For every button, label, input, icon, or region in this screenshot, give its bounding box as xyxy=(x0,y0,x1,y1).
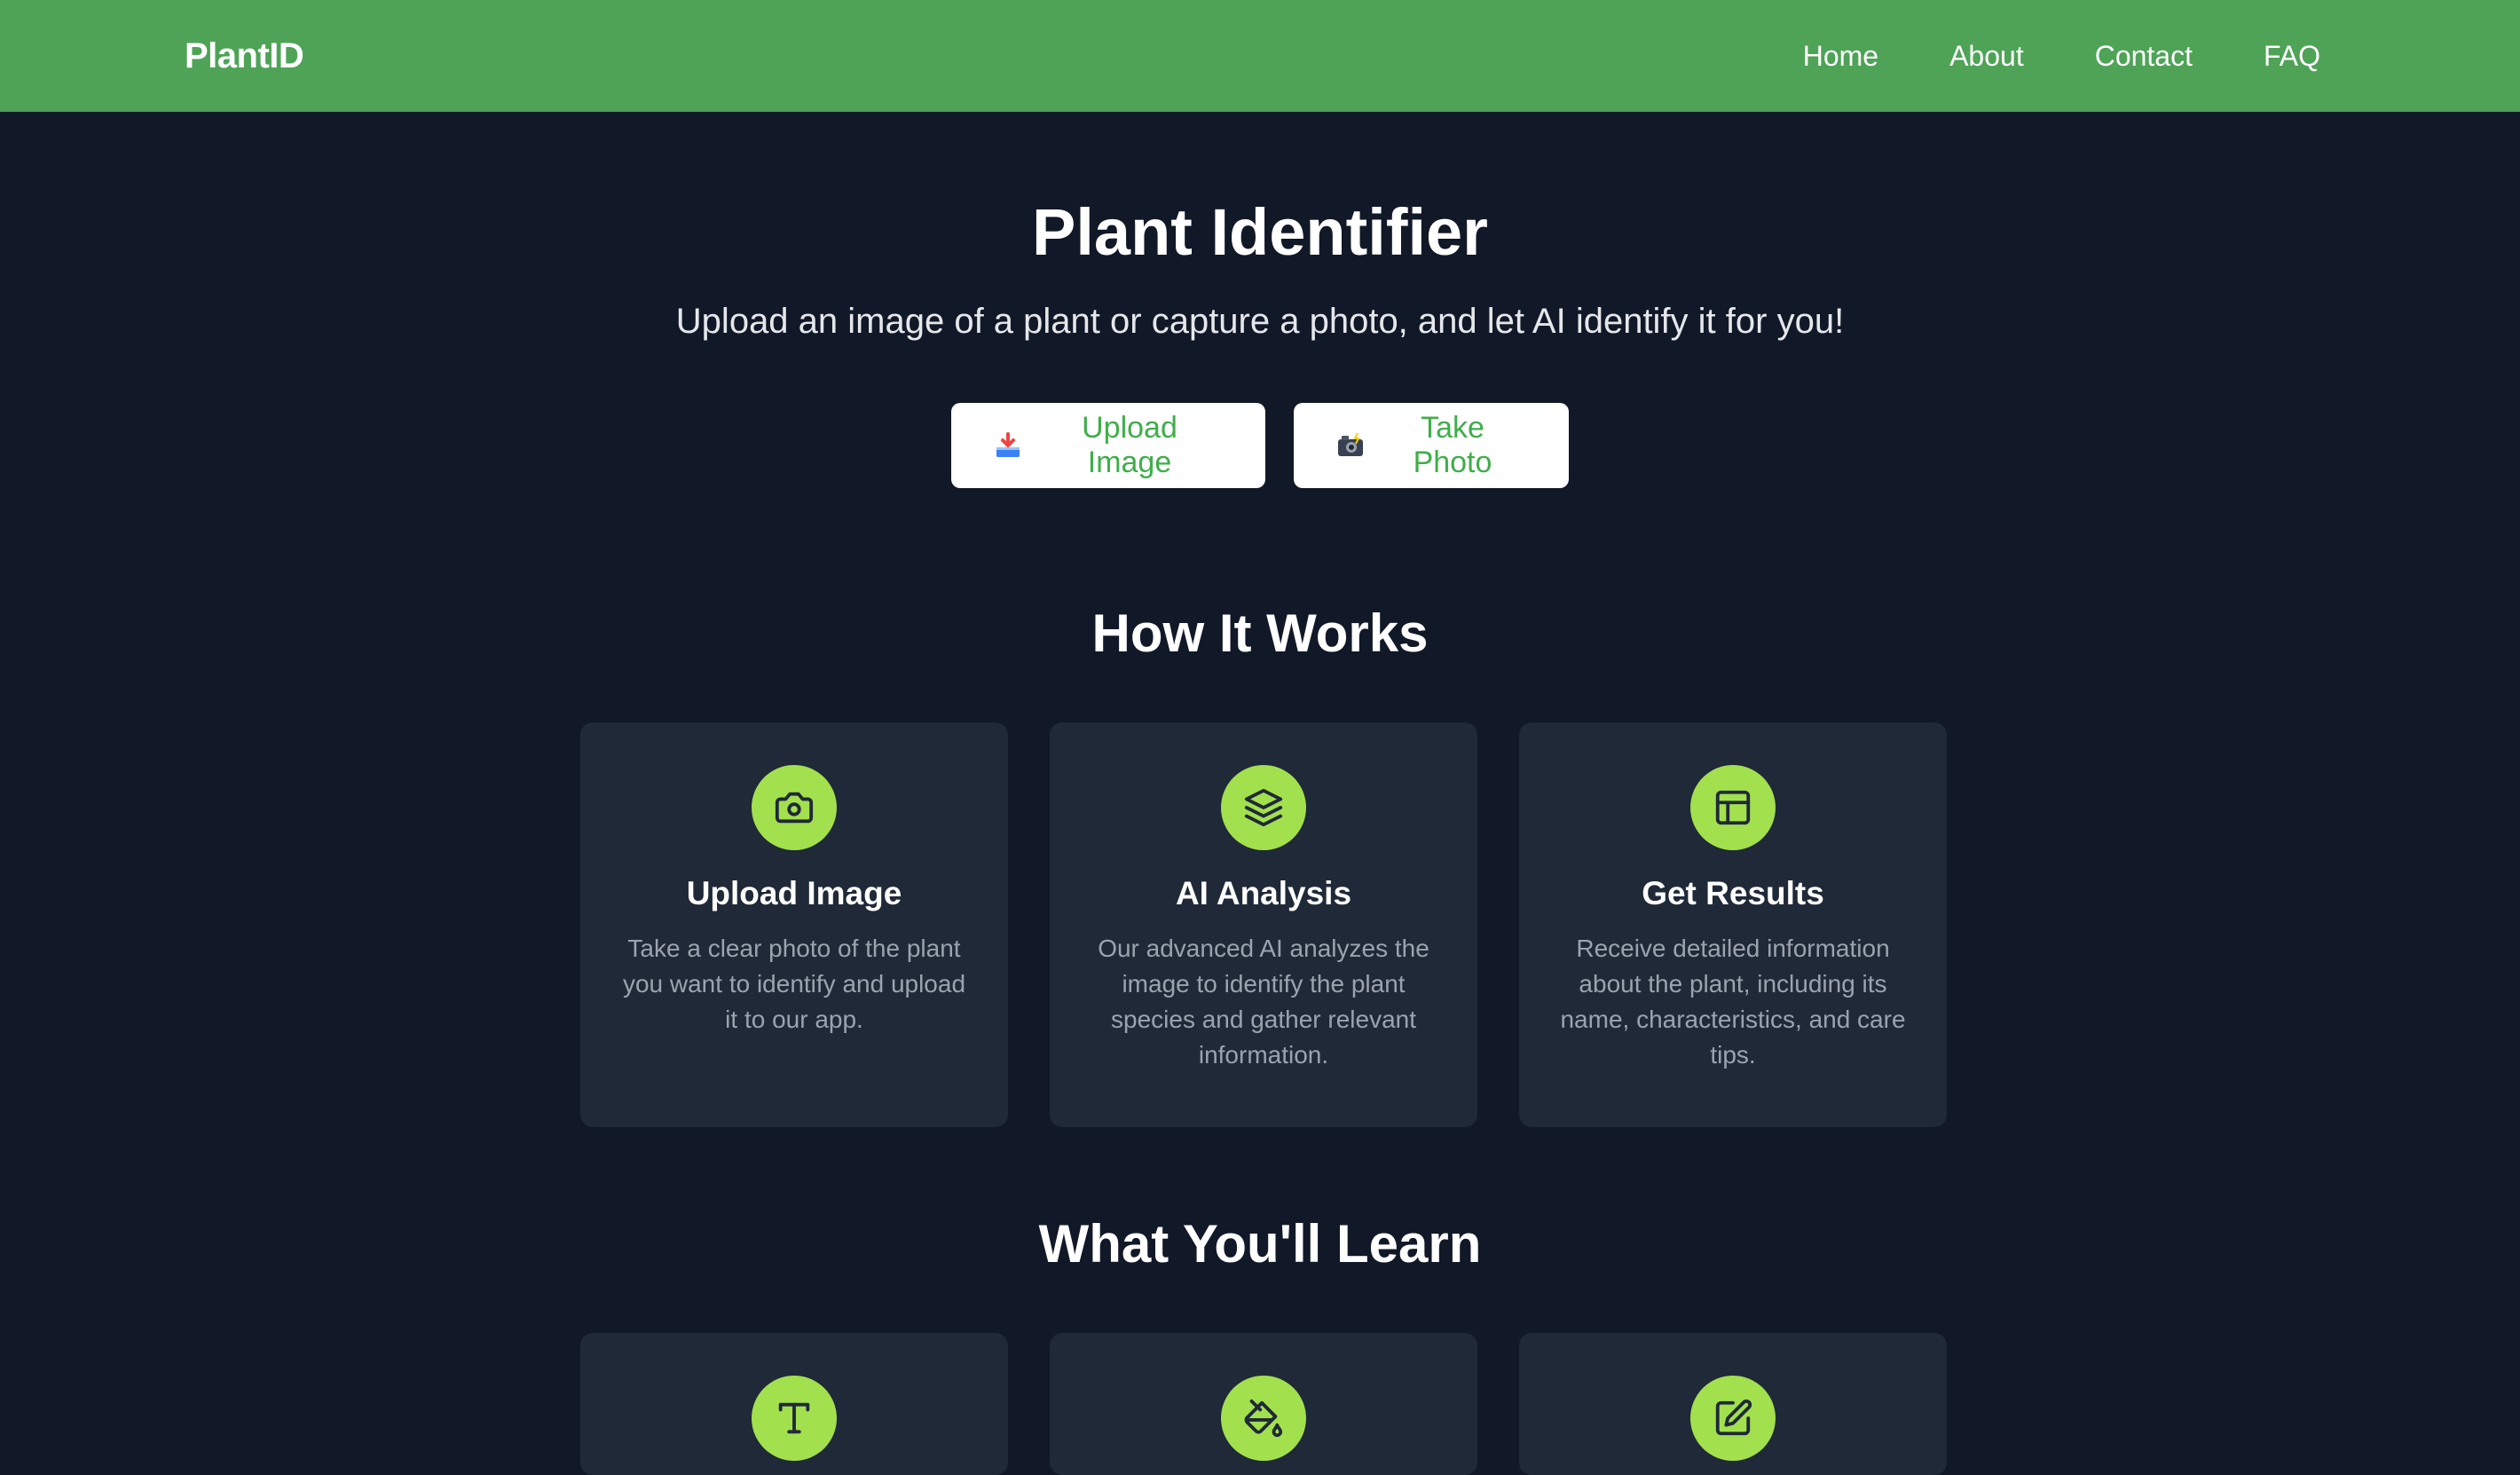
top-navbar: PlantID Home About Contact FAQ xyxy=(0,0,2520,112)
how-it-works-title: How It Works xyxy=(1091,603,1429,663)
card-ai-analysis: AI Analysis Our advanced AI analyzes the… xyxy=(1050,722,1477,1127)
what-you-learn-title: What You'll Learn xyxy=(1038,1214,1482,1274)
take-photo-label: Take Photo xyxy=(1413,411,1492,479)
card-title: AI Analysis xyxy=(1175,875,1352,911)
learn-card-2 xyxy=(1050,1333,1477,1475)
camera-flash-icon xyxy=(1336,431,1365,460)
upload-image-button[interactable]: Upload Image xyxy=(951,403,1265,488)
layout-icon xyxy=(1690,765,1776,850)
brand-logo[interactable]: PlantID xyxy=(185,0,304,112)
learn-cards xyxy=(580,1333,1947,1475)
nav-link-home[interactable]: Home xyxy=(1803,40,1878,73)
card-description: Take a clear photo of the plant you want… xyxy=(622,935,966,1033)
card-description: Our advanced AI analyzes the image to id… xyxy=(1098,935,1429,1069)
card-get-results: Get Results Receive detailed information… xyxy=(1519,722,1947,1127)
learn-card-1 xyxy=(580,1333,1008,1475)
upload-image-label: Upload Image xyxy=(1082,411,1177,479)
nav-link-contact[interactable]: Contact xyxy=(2095,40,2193,73)
how-it-works-cards: Upload Image Take a clear photo of the p… xyxy=(580,722,1947,1127)
type-icon xyxy=(752,1376,837,1461)
paint-bucket-icon xyxy=(1221,1376,1306,1461)
layers-icon xyxy=(1221,765,1306,850)
learn-card-3 xyxy=(1519,1333,1947,1475)
edit-icon xyxy=(1690,1376,1776,1461)
nav-link-faq[interactable]: FAQ xyxy=(2264,40,2320,73)
card-description: Receive detailed information about the p… xyxy=(1560,935,1906,1069)
hero-buttons: Upload Image Take Photo xyxy=(0,403,2520,488)
nav-links: Home About Contact FAQ xyxy=(1803,0,2320,112)
card-title: Upload Image xyxy=(686,875,902,911)
hero-title: Plant Identifier xyxy=(1032,195,1488,269)
nav-link-about[interactable]: About xyxy=(1949,40,2024,73)
inbox-tray-icon xyxy=(994,431,1022,460)
camera-icon xyxy=(752,765,837,850)
take-photo-button[interactable]: Take Photo xyxy=(1294,403,1569,488)
hero-subtitle: Upload an image of a plant or capture a … xyxy=(675,302,1845,341)
card-upload-image: Upload Image Take a clear photo of the p… xyxy=(580,722,1008,1127)
card-title: Get Results xyxy=(1642,875,1824,911)
